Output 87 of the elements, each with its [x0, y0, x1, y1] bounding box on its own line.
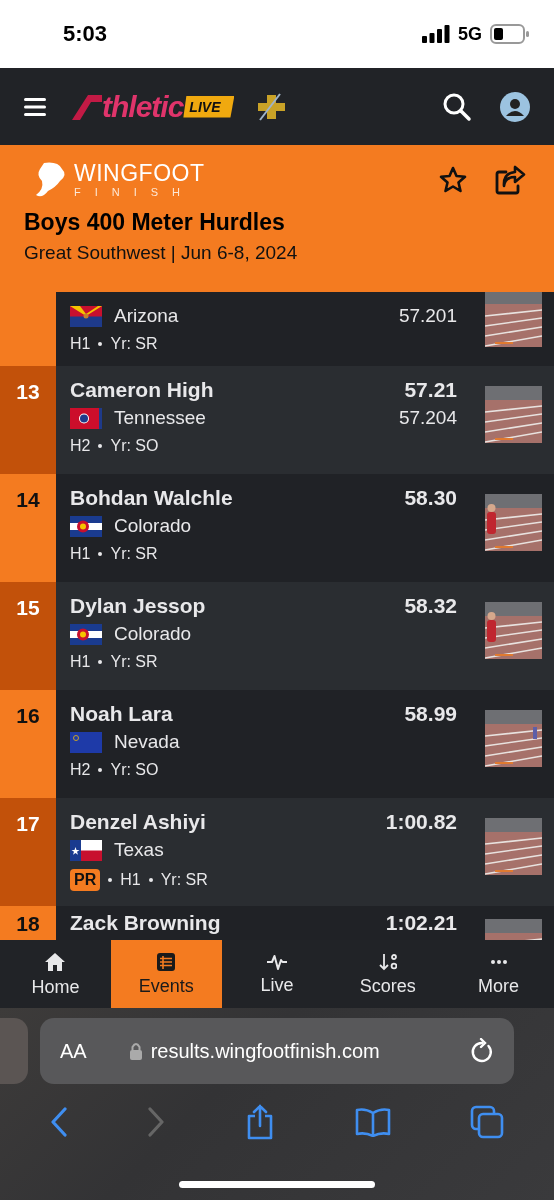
heat-label: H1	[70, 653, 91, 671]
athlete-name: Dylan Jessop	[70, 594, 206, 618]
athlete-name: Bohdan Walchle	[70, 486, 233, 510]
share-icon[interactable]	[494, 165, 526, 195]
sort-icon	[378, 952, 397, 971]
battery-icon	[490, 24, 530, 44]
heat-label: H2	[70, 761, 91, 779]
signal-icon	[422, 25, 450, 43]
athlete-name: Cameron High	[70, 378, 214, 402]
separator-dot	[98, 342, 103, 346]
network-label: 5G	[458, 23, 482, 45]
athlete-name: Noah Lara	[70, 702, 173, 726]
state-flag-icon	[70, 515, 102, 537]
result-time: 1:00.82	[385, 810, 457, 834]
state-flag-icon	[70, 731, 102, 753]
result-time: 1:02.21	[385, 911, 457, 935]
result-row[interactable]: Denzel Ashiyi 1:00.82 Texas PR H1 Yr: SR	[56, 798, 554, 906]
rank-cell: 17	[0, 798, 56, 906]
state-name: Tennessee	[114, 407, 207, 429]
state-flag-icon	[70, 839, 102, 861]
address-bar[interactable]: AA results.wingfootfinish.com	[40, 1018, 514, 1084]
lock-icon	[128, 1042, 143, 1060]
back-icon[interactable]	[49, 1107, 68, 1137]
menu-icon[interactable]	[24, 97, 46, 116]
rank-cell: 14	[0, 474, 56, 582]
text-size-button[interactable]: AA	[60, 1039, 87, 1063]
share-icon[interactable]	[245, 1104, 275, 1140]
url-text: results.wingfootfinish.com	[150, 1039, 380, 1063]
year-label: Yr: SR	[110, 335, 158, 353]
separator-dot	[148, 878, 153, 882]
tab[interactable]: Events	[110, 940, 222, 1008]
precise-time: 57.201	[398, 305, 457, 327]
list-icon	[157, 952, 176, 971]
separator-dot	[98, 444, 103, 448]
result-time: 58.30	[404, 486, 457, 510]
event-subtitle: Great Southwest | Jun 6-8, 2024	[24, 242, 299, 264]
year-label: Yr: SR	[160, 871, 208, 889]
tab[interactable]: More	[443, 940, 554, 1008]
state-flag-icon	[70, 407, 102, 429]
reload-icon[interactable]	[470, 1038, 494, 1064]
rank-cell: 16	[0, 690, 56, 798]
result-time: 58.32	[404, 594, 457, 618]
precise-time: 57.204	[398, 407, 457, 429]
bookmarks-icon[interactable]	[354, 1107, 391, 1137]
favorite-star-icon[interactable]	[438, 165, 468, 195]
state-flag-icon	[70, 305, 102, 327]
heat-label: H1	[120, 871, 141, 889]
year-label: Yr: SR	[110, 653, 158, 671]
tab[interactable]: Live	[221, 940, 333, 1008]
state-name: Arizona	[114, 305, 180, 327]
separator-dot	[98, 552, 103, 556]
result-time: 58.99	[404, 702, 457, 726]
status-time: 5:03	[63, 21, 108, 47]
heat-label: H1	[70, 545, 91, 563]
pulse-icon	[266, 953, 288, 970]
result-time: 57.21	[404, 378, 457, 402]
state-flag-icon	[70, 623, 102, 645]
personal-record-badge: PR	[70, 869, 101, 891]
separator-dot	[108, 878, 113, 882]
athlete-name: Zack Browning	[70, 911, 221, 935]
state-name: Colorado	[114, 515, 193, 537]
rank-cell: 13	[0, 366, 56, 474]
state-name: Nevada	[114, 731, 181, 753]
heat-label: H1	[70, 335, 91, 353]
account-icon[interactable]	[500, 91, 530, 122]
plus-icon[interactable]	[256, 92, 287, 121]
more-icon	[490, 959, 507, 964]
result-row[interactable]: Dylan Jessop 58.32 Colorado H1 Yr: SR	[56, 582, 554, 690]
tab[interactable]: Home	[0, 940, 111, 1008]
year-label: Yr: SO	[110, 437, 159, 455]
event-title: Boys 400 Meter Hurdles	[24, 209, 286, 236]
home-icon	[44, 951, 67, 972]
wingfoot-logo: WINGFOOT FINISH	[34, 161, 205, 199]
tab[interactable]: Scores	[332, 940, 444, 1008]
athlete-name: Denzel Ashiyi	[70, 810, 206, 834]
rank-cell: 18	[0, 906, 56, 940]
state-name: Colorado	[114, 623, 193, 645]
state-name: Texas	[114, 839, 165, 861]
heat-label: H2	[70, 437, 91, 455]
rank-cell: 15	[0, 582, 56, 690]
result-row[interactable]: Cameron High 57.21 Tennessee 57.204 H2 Yr: SO	[56, 366, 554, 474]
year-label: Yr: SO	[110, 761, 159, 779]
search-icon[interactable]	[442, 91, 472, 122]
year-label: Yr: SR	[110, 545, 158, 563]
separator-dot	[98, 660, 103, 664]
separator-dot	[98, 768, 103, 772]
tabs-icon[interactable]	[470, 1105, 505, 1139]
